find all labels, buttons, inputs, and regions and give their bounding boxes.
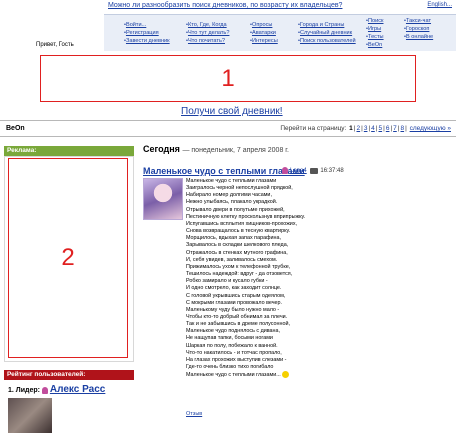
comments-link[interactable]: Отзыв [186,411,202,417]
nav-col-community: Опросы Аватарки Интересы [250,21,278,45]
nav-tests[interactable]: Тесты [366,33,384,41]
pagination-label: Перейти на страницу: [280,125,347,132]
nav-random-diary[interactable]: Случайный дневник [298,29,356,37]
leader-avatar[interactable] [8,398,52,433]
english-link[interactable]: English... [427,2,452,8]
greeting-text: Привет, Гость [36,42,74,48]
post-meta: Lena4 16:37:48 [282,167,344,174]
nav-polls[interactable]: Опросы [250,21,278,29]
leader-name-link[interactable]: Алекс Расс [50,384,105,395]
sidebar-ad-banner[interactable]: 2 [8,158,128,358]
page-3[interactable]: 3 [364,125,368,132]
poem-line: Отражалось в стенках мутного графина, [186,249,288,256]
nav-col-discover: Города и Страны Случайный дневник Поиск … [298,21,356,45]
page-8[interactable]: 8 [400,125,404,132]
poem-line: Где-то очень близко тихо погибало [186,364,274,371]
nav-what-to-do[interactable]: Что тут делать? [186,29,229,37]
post-avatar[interactable] [143,178,183,220]
nav-create-diary[interactable]: Завести дневник [124,37,170,45]
poem-line: И одно смотрело, как заходит солнце. [186,285,282,292]
nav-search[interactable]: Поиск [366,17,384,25]
page-7[interactable]: 7 [393,125,397,132]
nav-col-account: Войти... Регистрация Завести дневник [124,21,170,45]
top-ad-banner[interactable]: 1 [40,55,416,102]
page-6[interactable]: 6 [386,125,390,132]
poem-line: Морщилось, вдыхая запах парафина, [186,235,281,242]
poem-line: С головой укрывшись старым одеялом, [186,292,286,299]
nav-user-search[interactable]: Поиск пользователей [298,37,356,45]
ad-section-header: Реклама: [4,146,134,156]
today-label: Сегодня [143,144,180,154]
page-2[interactable]: 2 [357,125,361,132]
nav-avatars[interactable]: Аватарки [250,29,278,37]
next-page-link[interactable]: следующую » [410,125,451,132]
smiley-icon [281,371,289,379]
today-heading: Сегодня — понедельник, 7 апреля 2008 г. [143,144,289,154]
poem-line: Что-то накатилось - и тотчас пропало, [186,349,282,356]
pagination: Перейти на страницу: 1|2|3|4|5|6|7|8| сл… [280,125,451,132]
poem-line: Зарывалось в складки шелкового пледа, [186,242,289,249]
poem-line: Маленькому чуду было нужно мало - [186,306,280,313]
top-navigation: Войти... Регистрация Завести дневник Кто… [104,14,456,51]
ad-placeholder-number: 1 [221,64,235,92]
poem-line: На глазах прохожих выступив слезами - [186,356,287,363]
post-time: 16:37:48 [320,168,344,175]
nav-cities-countries[interactable]: Города и Страны [298,21,356,29]
post-author-link[interactable]: Lena4 [290,168,307,174]
poem-line: Снова возвращалось в тесную квартирку. [186,228,291,235]
camera-icon [310,167,319,174]
poem-line: Маленькое чудо поднялось с дивана, [186,328,281,335]
poem-line: Шаркая по полу, побежало к ванной. [186,342,278,349]
nav-col-info: Кто, Где, Когда Что тут делать? Что почи… [186,21,229,45]
user-rating-header: Рейтинг пользователей: [4,370,134,380]
poem-line: Нежно улыбаясь, плакало украдкой. [186,199,278,206]
post-title-link[interactable]: Маленькое чудо с теплыми глазами [143,166,305,176]
rating-leader: 1. Лидер: Алекс Расс [8,384,105,395]
nav-horoscope[interactable]: Гороскоп [404,25,433,33]
poem-line: С мокрыми глазами провожало вечер. [186,299,283,306]
nav-what-to-read[interactable]: Что почитать? [186,37,229,45]
ad-placeholder-number: 2 [61,244,75,271]
page-1: 1 [349,125,353,132]
poem-line: Прижималось ухом к телефонной трубке, [186,263,291,270]
poem-line: И, себя увидев, заливалось смехом. [186,256,278,263]
page-4[interactable]: 4 [371,125,375,132]
nav-col-tools: Поиск Игры Тесты BeOn [366,17,384,49]
nav-games[interactable]: Игры [366,25,384,33]
get-diary-link[interactable]: Получи свой дневник! [181,106,283,117]
user-icon [282,167,288,174]
poem-line: Так и не забывшись в дреме полусонной, [186,321,291,328]
nav-login[interactable]: Войти... [124,21,170,29]
date-text: — понедельник, 7 апреля 2008 г. [182,147,289,154]
nav-beon[interactable]: BeOn [366,41,384,49]
poem-line: Заигралось черной непослушной прядкой, [186,185,293,192]
poem-line: Маленькое чудо с теплыми глазами... [186,371,366,379]
divider [0,120,456,121]
nav-register[interactable]: Регистрация [124,29,170,37]
poem-line: Испугавшись всплытия хищников-прохожих, [186,220,298,227]
divider [0,136,456,137]
top-question-link[interactable]: Можно ли разнообразить поиск дневников, … [108,2,342,9]
site-name: BeOn [6,125,25,132]
nav-taxi-chat[interactable]: Такси-чат [404,17,433,25]
poem-line: Не нащупав тапки, босыми ногами [186,335,273,342]
post-body: Маленькое чудо с теплыми глазами Заиграло… [186,178,366,379]
nav-col-extras: Такси-чат Гороскоп В онлайне [404,17,433,41]
poem-line: Тешилось надеждой: вдруг - да отзовется, [186,271,293,278]
poem-line: Робко замирало и кусало губки - [186,278,268,285]
page-5[interactable]: 5 [378,125,382,132]
nav-interests[interactable]: Интересы [250,37,278,45]
poem-line: Пестиничную клетку проскользнув вприпрыж… [186,213,306,220]
nav-who-where-when[interactable]: Кто, Где, Когда [186,21,229,29]
nav-online[interactable]: В онлайне [404,33,433,41]
poem-line: Отрывало двери в полутьме прихожей, [186,206,285,213]
leader-label: 1. Лидер: [8,387,40,394]
user-icon [41,386,48,394]
